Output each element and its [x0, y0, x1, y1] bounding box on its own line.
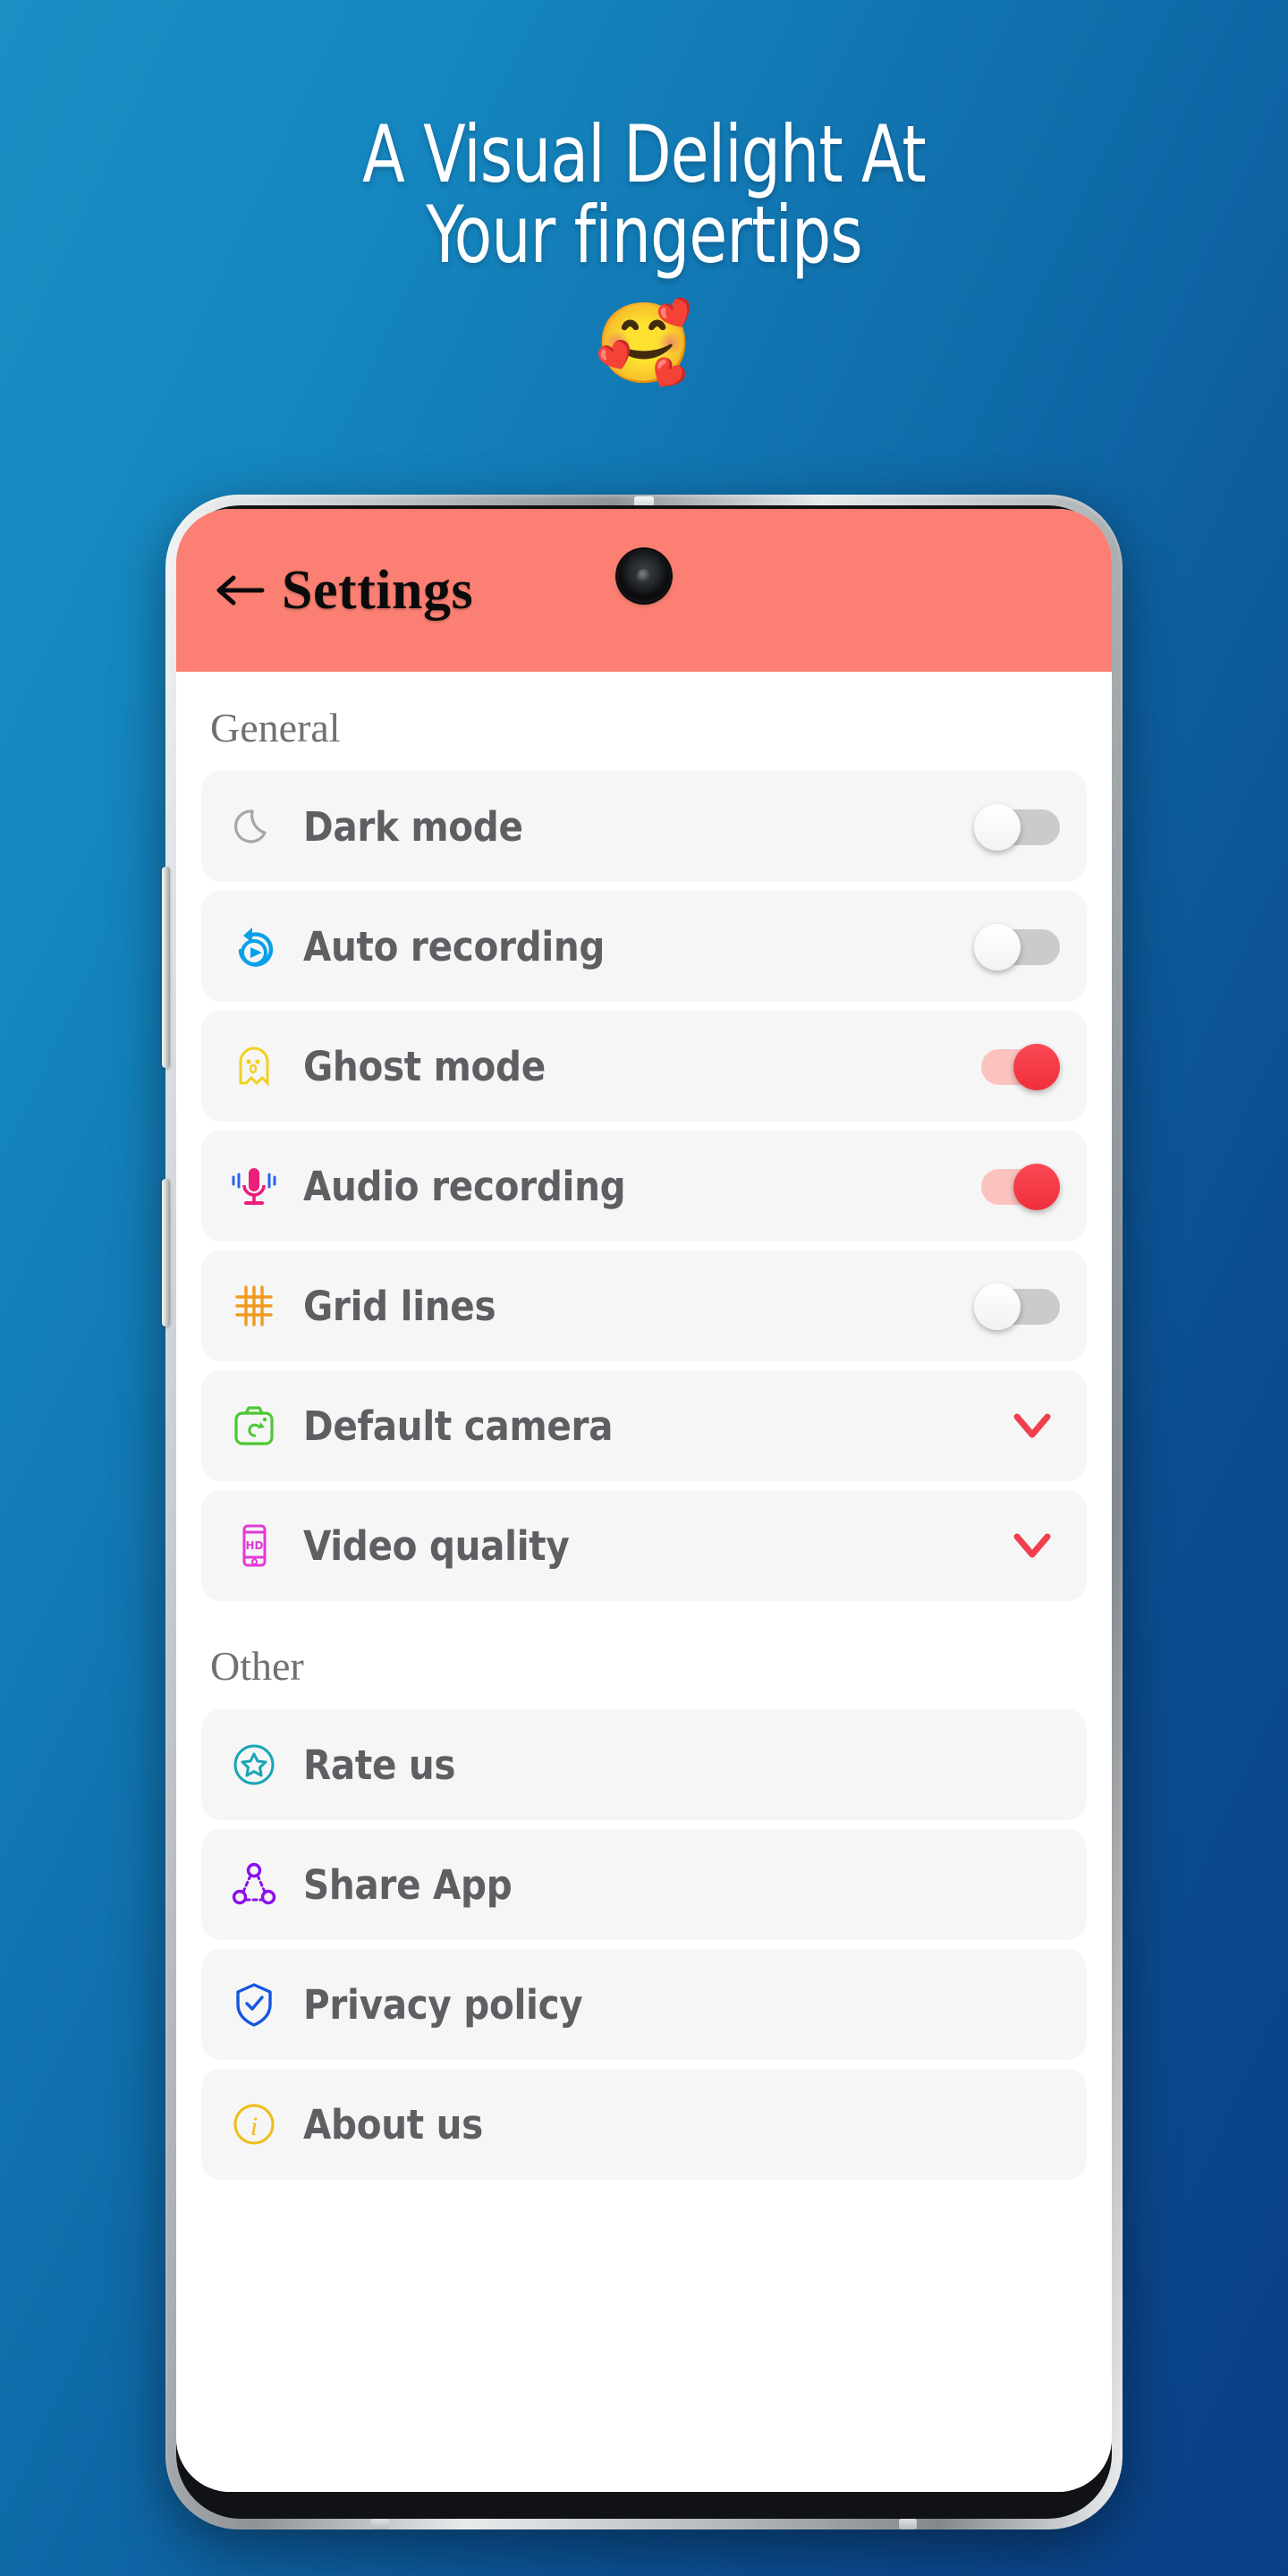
- toggle-knob: [974, 924, 1021, 970]
- grid-icon: [225, 1276, 284, 1335]
- moon-icon: [225, 797, 284, 856]
- settings-row-about-us[interactable]: i About us: [201, 2069, 1087, 2180]
- page-title: Settings: [282, 559, 474, 621]
- smiling-face-with-hearts-icon: 🥰: [595, 296, 693, 389]
- settings-row-label: Share App: [303, 1860, 513, 1909]
- settings-list: General Dark mode Auto recording Ghost m…: [176, 672, 1112, 2492]
- settings-row-label: Privacy policy: [303, 1980, 583, 2029]
- chevron-down-icon[interactable]: [1004, 1523, 1060, 1568]
- star-circle-icon: [225, 1735, 284, 1794]
- app-header: Settings: [176, 509, 1112, 672]
- settings-row-video-quality[interactable]: HD Video quality: [201, 1490, 1087, 1601]
- promo-headline-line2: Your fingertips: [426, 188, 862, 281]
- settings-row-privacy-policy[interactable]: Privacy policy: [201, 1949, 1087, 2060]
- promo-headline-line1: A Visual Delight At: [362, 108, 927, 200]
- section-general-rows: Dark mode Auto recording Ghost mode Audi…: [176, 771, 1112, 1601]
- section-title-general: General: [210, 705, 341, 750]
- shield-check-icon: [225, 1975, 284, 2034]
- settings-row-share-app[interactable]: Share App: [201, 1829, 1087, 1940]
- settings-row-dark-mode[interactable]: Dark mode: [201, 771, 1087, 882]
- toggle-knob: [1013, 1044, 1060, 1090]
- settings-row-default-camera[interactable]: Default camera: [201, 1370, 1087, 1481]
- ghost-icon: [225, 1037, 284, 1096]
- promo-banner: A Visual Delight At Your fingertips 🥰: [0, 0, 1288, 383]
- toggle-dark-mode[interactable]: [974, 804, 1060, 851]
- settings-row-label: Grid lines: [303, 1282, 496, 1330]
- settings-row-label: Audio recording: [303, 1162, 626, 1210]
- settings-row-audio-recording[interactable]: Audio recording: [201, 1131, 1087, 1241]
- toggle-ghost-mode[interactable]: [974, 1044, 1060, 1090]
- toggle-knob: [974, 1284, 1021, 1330]
- section-other-rows: Rate us Share App Privacy policy i About…: [176, 1709, 1112, 2180]
- arrow-left-icon[interactable]: [212, 562, 269, 619]
- frame-antenna-nub-bottom-left: [371, 2519, 389, 2529]
- settings-row-ghost-mode[interactable]: Ghost mode: [201, 1011, 1087, 1122]
- toggle-grid-lines[interactable]: [974, 1284, 1060, 1330]
- frame-antenna-nub-bottom-right: [899, 2519, 917, 2529]
- volume-button[interactable]: [162, 867, 170, 1068]
- settings-row-auto-recording[interactable]: Auto recording: [201, 891, 1087, 1002]
- chevron-down-icon[interactable]: [1004, 1403, 1060, 1448]
- toggle-knob: [1013, 1164, 1060, 1210]
- svg-text:i: i: [250, 2112, 258, 2141]
- settings-row-label: Auto recording: [303, 922, 606, 970]
- phone-mockup: Settings General Dark mode Auto recordin…: [162, 495, 1123, 2529]
- toggle-auto-recording[interactable]: [974, 924, 1060, 970]
- settings-row-label: About us: [303, 2100, 483, 2148]
- hd-phone-icon: HD: [225, 1516, 284, 1575]
- share-nodes-icon: [225, 1855, 284, 1914]
- power-button[interactable]: [162, 1179, 170, 1326]
- section-title-other: Other: [210, 1643, 304, 1689]
- front-camera-icon: [618, 550, 670, 602]
- settings-row-label: Video quality: [303, 1521, 570, 1570]
- auto-record-icon: [225, 917, 284, 976]
- settings-row-label: Default camera: [303, 1402, 614, 1450]
- info-circle-icon: i: [225, 2095, 284, 2154]
- settings-row-label: Ghost mode: [303, 1042, 546, 1090]
- settings-row-rate-us[interactable]: Rate us: [201, 1709, 1087, 1820]
- settings-row-label: Rate us: [303, 1741, 456, 1789]
- settings-row-label: Dark mode: [303, 802, 523, 851]
- phone-screen: Settings General Dark mode Auto recordin…: [176, 509, 1112, 2492]
- toggle-audio-recording[interactable]: [974, 1164, 1060, 1210]
- settings-row-grid-lines[interactable]: Grid lines: [201, 1250, 1087, 1361]
- svg-text:HD: HD: [245, 1539, 263, 1552]
- microphone-icon: [225, 1157, 284, 1216]
- camera-switch-icon: [225, 1396, 284, 1455]
- toggle-knob: [974, 804, 1021, 851]
